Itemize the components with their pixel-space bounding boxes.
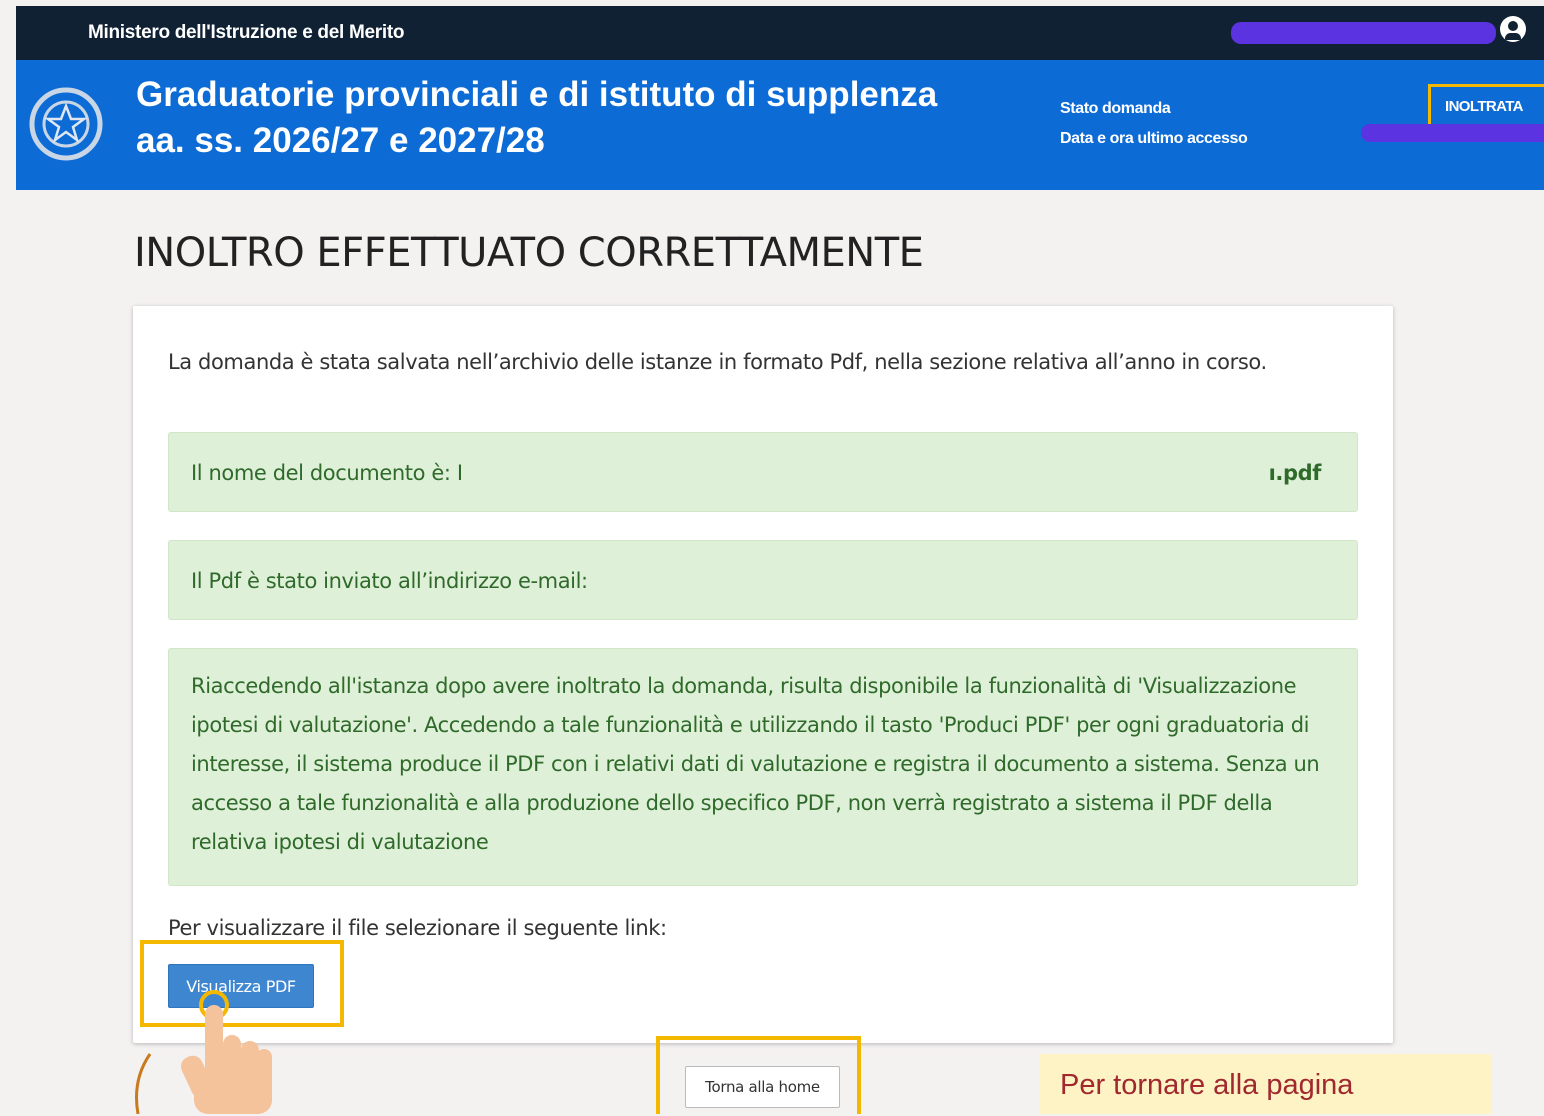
title-line-2: aa. ss. 2026/27 e 2027/28	[136, 121, 545, 160]
link-prompt: Per visualizzare il file selezionare il …	[168, 916, 667, 940]
emblem-icon	[29, 87, 103, 161]
email-alert: Il Pdf è stato inviato all’indirizzo e-m…	[168, 540, 1358, 620]
stato-domanda-label: Stato domanda	[1060, 100, 1171, 117]
decorative-swoosh	[135, 1053, 152, 1114]
redacted-access-date	[1361, 124, 1544, 142]
page-title: INOLTRO EFFETTUATO CORRETTAMENTE	[134, 230, 924, 276]
result-card: La domanda è stata salvata nell’archivio…	[133, 306, 1393, 1043]
redacted-user-name	[1231, 22, 1496, 44]
user-icon[interactable]	[1500, 16, 1526, 42]
app-header: Graduatorie provinciali e di istituto di…	[16, 60, 1544, 190]
page-heading: Graduatorie provinciali e di istituto di…	[136, 72, 937, 164]
info-alert: Riaccedendo all'istanza dopo avere inolt…	[168, 648, 1358, 886]
email-label: Il Pdf è stato inviato all’indirizzo e-m…	[191, 569, 588, 593]
top-bar: Ministero dell'Istruzione e del Merito	[16, 6, 1544, 60]
document-name-alert: Il nome del documento è: I ı.pdf	[168, 432, 1358, 512]
document-name-label: Il nome del documento è: I	[191, 461, 463, 485]
document-extension: ı.pdf	[1268, 461, 1322, 485]
home-button[interactable]: Torna alla home	[685, 1066, 840, 1108]
ministry-name: Ministero dell'Istruzione e del Merito	[88, 22, 405, 43]
tutorial-note: Per tornare alla pagina	[1040, 1054, 1492, 1114]
pointer-hand-icon	[181, 990, 272, 1114]
intro-text: La domanda è stata salvata nell’archivio…	[168, 350, 1267, 374]
title-line-1: Graduatorie provinciali e di istituto di…	[136, 75, 938, 114]
last-access-label: Data e ora ultimo accesso	[1060, 130, 1248, 147]
info-text: Riaccedendo all'istanza dopo avere inolt…	[191, 674, 1320, 854]
